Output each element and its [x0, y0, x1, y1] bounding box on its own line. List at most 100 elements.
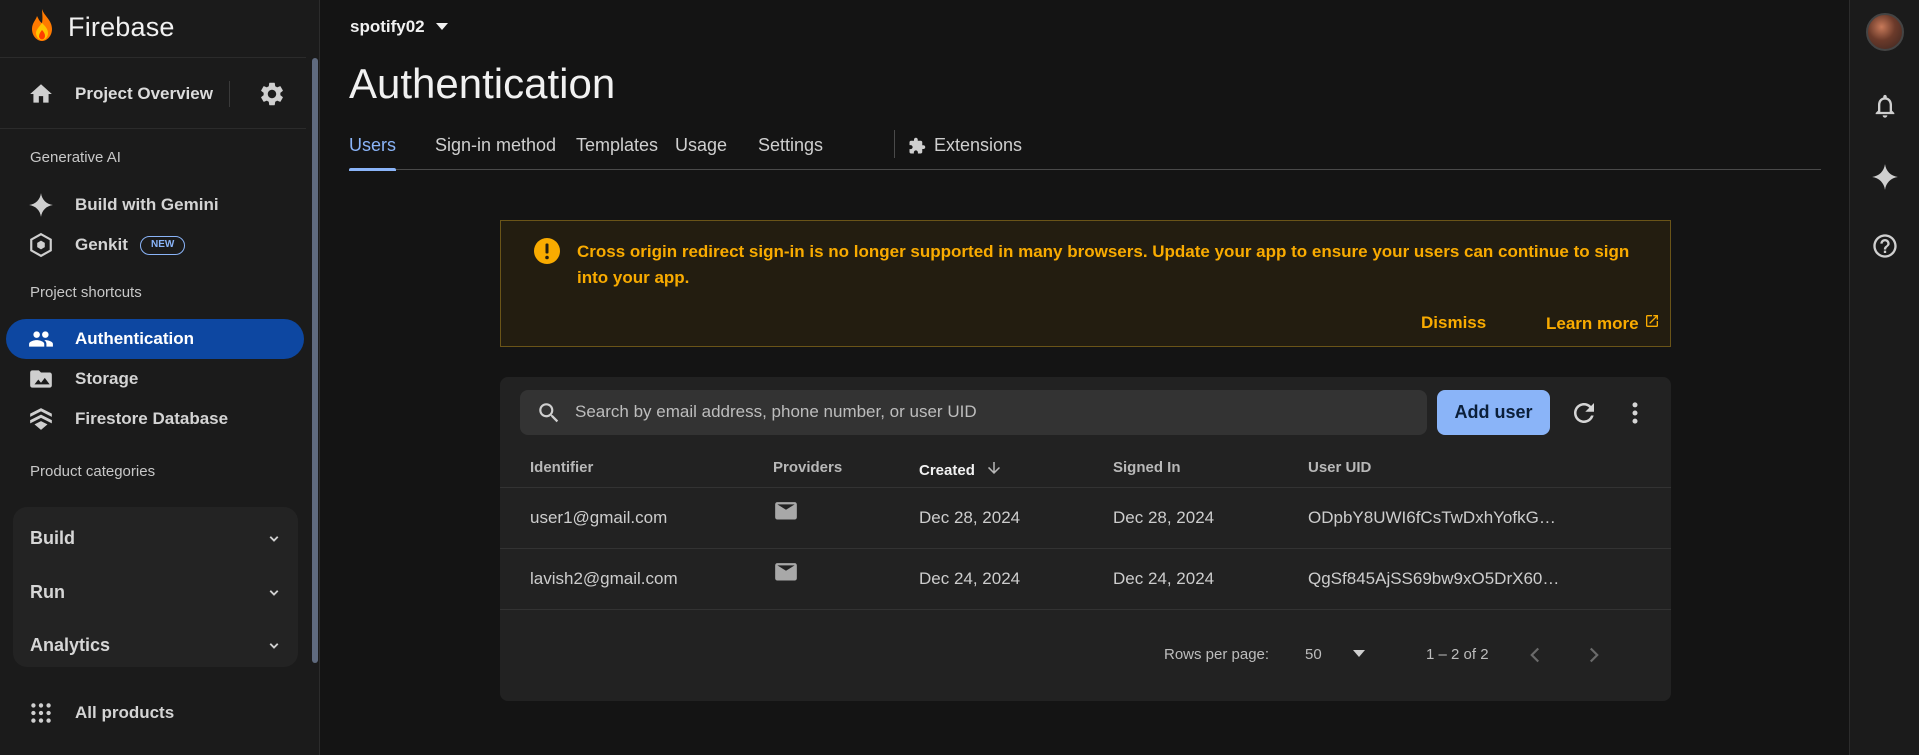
cell-identifier: lavish2@gmail.com [530, 569, 678, 588]
page-range: 1 – 2 of 2 [1426, 646, 1489, 663]
rows-per-page-label: Rows per page: [1164, 646, 1270, 663]
warning-banner: Cross origin redirect sign-in is no long… [500, 220, 1671, 347]
sidebar-item-firestore[interactable]: Firestore Database [6, 399, 304, 439]
genkit-icon [28, 232, 54, 258]
mail-icon [773, 502, 799, 524]
column-header-signed-in: Signed In [1113, 459, 1181, 476]
firebase-brand[interactable]: Firebase [28, 8, 175, 46]
right-rail [1849, 0, 1919, 755]
refresh-icon[interactable] [1569, 398, 1599, 428]
project-overview-link[interactable]: Project Overview [75, 84, 213, 104]
cell-identifier: user1@gmail.com [530, 508, 668, 527]
cell-created: Dec 28, 2024 [919, 508, 1021, 527]
tab-extensions[interactable]: Extensions [908, 135, 1022, 170]
gemini-sparkle-icon [28, 192, 54, 218]
chevron-left-icon[interactable] [1522, 642, 1548, 668]
caret-down-icon [1352, 646, 1366, 663]
category-analytics[interactable]: Analytics [13, 620, 298, 670]
chevron-right-icon[interactable] [1581, 642, 1607, 668]
sidebar-item-label: Storage [75, 369, 139, 388]
sidebar-item-label: All products [75, 703, 175, 722]
divider [0, 128, 306, 129]
tab-settings[interactable]: Settings [758, 135, 823, 170]
tab-extensions-label: Extensions [934, 135, 1023, 155]
project-name: spotify02 [350, 17, 425, 36]
cell-user-uid: ODpbY8UWI6fCsTwDxhYofkG… [1308, 508, 1556, 527]
sidebar-item-label: Firestore Database [75, 409, 229, 428]
puzzle-icon [908, 137, 926, 160]
apps-grid-icon [28, 700, 54, 726]
category-label: Analytics [30, 635, 111, 655]
brand-name: Firebase [68, 11, 175, 42]
tab-usage[interactable]: Usage [675, 135, 727, 170]
column-header-identifier: Identifier [530, 459, 594, 476]
main-content: spotify02 Authentication Users Sign-in m… [321, 0, 1849, 755]
rows-per-page-value: 50 [1305, 646, 1322, 663]
firebase-console: Firebase Project Overview Generative AI … [0, 0, 1919, 755]
sidebar-item-build-with-gemini[interactable]: Build with Gemini [6, 185, 304, 225]
table-row[interactable]: user1@gmail.com Dec 28, 2024 Dec 28, 202… [500, 487, 1671, 548]
category-run[interactable]: Run [13, 567, 298, 617]
people-icon [28, 326, 54, 352]
avatar[interactable] [1866, 13, 1904, 51]
gear-icon[interactable] [258, 80, 286, 108]
arrow-down-icon [985, 459, 1003, 481]
users-card: Search by email address, phone number, o… [500, 377, 1671, 701]
chevron-down-icon [265, 637, 283, 655]
section-generative-ai: Generative AI [30, 149, 121, 166]
category-label: Run [30, 582, 65, 602]
sidebar-item-storage[interactable]: Storage [6, 359, 304, 399]
cell-user-uid: QgSf845AjSS69bw9xO5DrX60… [1308, 569, 1560, 588]
mail-icon [773, 563, 799, 585]
column-header-user-uid: User UID [1308, 459, 1372, 476]
section-product-categories: Product categories [30, 463, 156, 480]
firestore-icon [28, 406, 54, 432]
table-row[interactable]: lavish2@gmail.com Dec 24, 2024 Dec 24, 2… [500, 548, 1671, 609]
section-project-shortcuts: Project shortcuts [30, 284, 142, 301]
column-header-providers: Providers [773, 459, 843, 476]
sidebar: Firebase Project Overview Generative AI … [0, 0, 320, 755]
project-overview: Project Overview [0, 62, 306, 124]
divider [500, 609, 1671, 610]
column-header-created[interactable]: Created [919, 459, 1003, 481]
home-icon[interactable] [28, 81, 54, 107]
learn-more-label: Learn more [1546, 313, 1639, 333]
new-badge: NEW [140, 236, 186, 255]
project-selector[interactable]: spotify02 [350, 17, 449, 37]
search-placeholder: Search by email address, phone number, o… [575, 402, 977, 421]
search-icon [536, 400, 562, 426]
search-input[interactable]: Search by email address, phone number, o… [520, 390, 1427, 435]
tab-users[interactable]: Users [349, 135, 397, 171]
gemini-sparkle-icon[interactable] [1871, 163, 1899, 191]
divider [894, 130, 895, 158]
cell-signed-in: Dec 28, 2024 [1113, 508, 1215, 527]
bell-icon[interactable] [1871, 92, 1899, 120]
add-user-button[interactable]: Add user [1437, 390, 1550, 435]
sidebar-item-label: Genkit [75, 235, 128, 254]
cell-created: Dec 24, 2024 [919, 569, 1021, 588]
tab-templates[interactable]: Templates [576, 135, 658, 170]
divider [229, 81, 230, 107]
dismiss-button[interactable]: Dismiss [1421, 313, 1486, 333]
sidebar-item-label: Authentication [75, 329, 194, 348]
warning-message: Cross origin redirect sign-in is no long… [577, 242, 1630, 287]
tab-bar: Users Sign-in method Templates Usage Set… [349, 128, 1821, 171]
page-title: Authentication [349, 60, 616, 107]
divider [0, 57, 306, 58]
sidebar-item-authentication[interactable]: Authentication [6, 319, 304, 359]
sidebar-item-label: Build with Gemini [75, 195, 219, 214]
firebase-logo-icon [28, 8, 56, 47]
sidebar-item-all-products[interactable]: All products [6, 693, 304, 733]
photo-folder-icon [28, 366, 54, 392]
column-header-created-label: Created [919, 461, 975, 479]
learn-more-link[interactable]: Learn more [1546, 313, 1660, 334]
product-categories: Build Run Analytics [13, 507, 298, 667]
more-vert-icon[interactable] [1620, 398, 1650, 428]
tab-sign-in-method[interactable]: Sign-in method [435, 135, 556, 170]
help-icon[interactable] [1871, 232, 1899, 260]
sidebar-scrollbar[interactable] [312, 58, 318, 663]
sidebar-item-genkit[interactable]: Genkit NEW [6, 225, 304, 265]
category-build[interactable]: Build [13, 513, 298, 563]
warning-icon [533, 237, 561, 265]
rows-per-page-select[interactable]: 50 [1305, 646, 1366, 663]
